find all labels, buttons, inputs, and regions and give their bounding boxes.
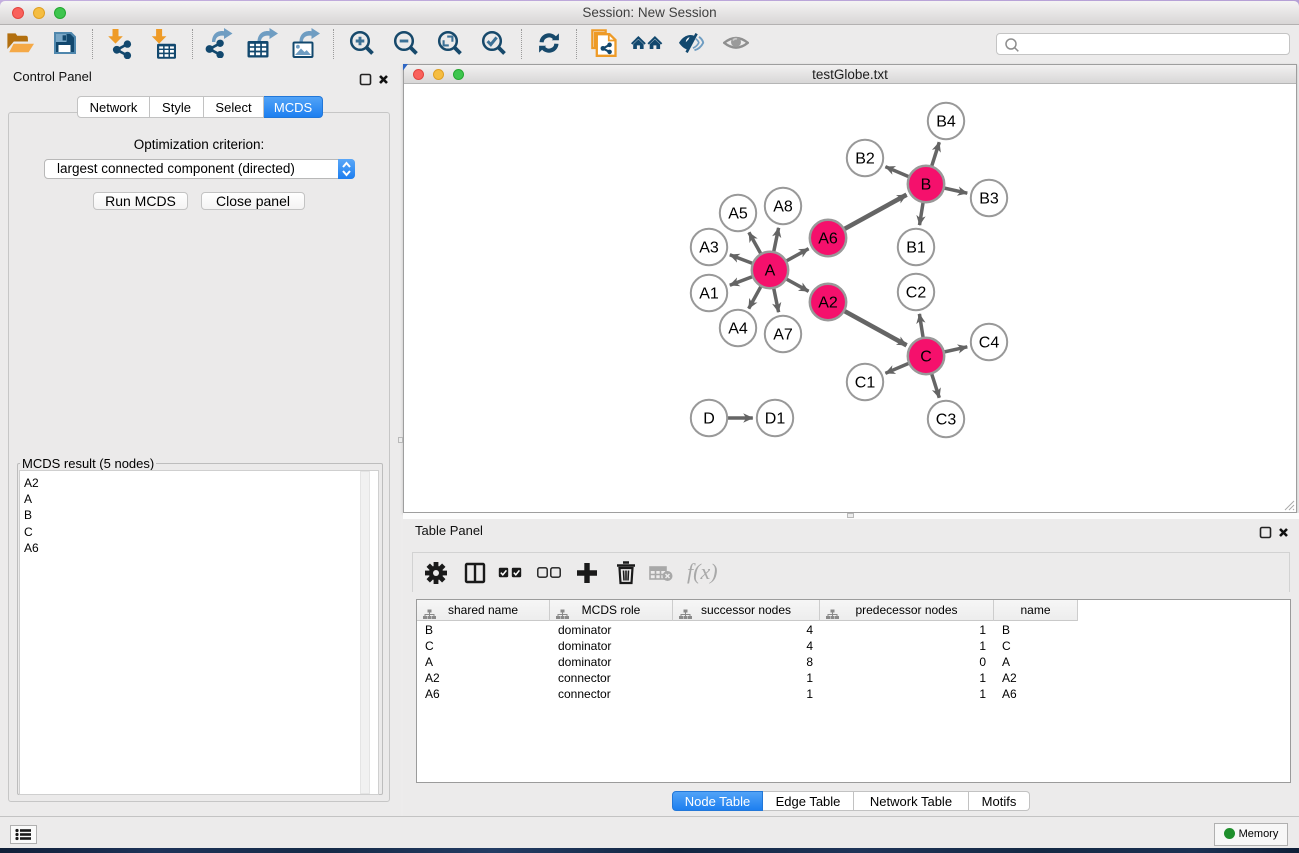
svg-text:C1: C1 — [855, 375, 876, 392]
svg-text:A1: A1 — [699, 286, 719, 303]
svg-text:B3: B3 — [979, 191, 999, 208]
svg-text:A2: A2 — [818, 295, 838, 312]
svg-text:A3: A3 — [699, 240, 719, 257]
svg-text:C: C — [920, 349, 932, 366]
svg-text:A6: A6 — [818, 231, 838, 248]
svg-text:C4: C4 — [979, 335, 1000, 352]
svg-text:B: B — [921, 177, 932, 194]
svg-text:C3: C3 — [936, 412, 957, 429]
svg-text:D: D — [703, 411, 715, 428]
svg-text:B1: B1 — [906, 240, 926, 257]
svg-text:B4: B4 — [936, 114, 956, 131]
svg-text:C2: C2 — [906, 285, 927, 302]
svg-text:D1: D1 — [765, 411, 786, 428]
svg-text:A7: A7 — [773, 327, 793, 344]
svg-text:A8: A8 — [773, 199, 793, 216]
svg-text:A: A — [765, 263, 776, 280]
svg-text:A5: A5 — [728, 206, 748, 223]
svg-text:B2: B2 — [855, 151, 875, 168]
svg-text:A4: A4 — [728, 321, 748, 338]
